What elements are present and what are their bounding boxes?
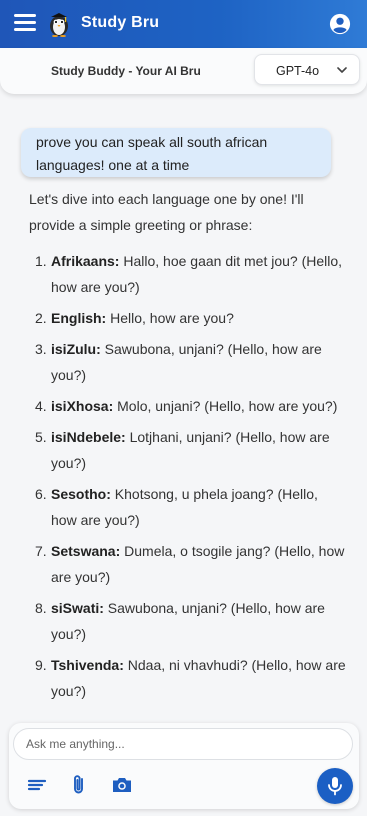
- microphone-button[interactable]: [317, 768, 353, 804]
- list-item-number: 5.: [35, 429, 47, 445]
- app-title: Study Bru: [81, 14, 160, 31]
- assistant-reply: Let's dive into each language one by one…: [29, 186, 347, 709]
- account-circle-icon[interactable]: [329, 13, 351, 35]
- list-item-language: Setswana:: [51, 543, 121, 559]
- list-item-text: Hello, how are you?: [110, 310, 234, 326]
- list-item: 6. Sesotho: Khotsong, u phela joang? (Hel…: [29, 481, 347, 533]
- notes-icon[interactable]: [25, 773, 49, 797]
- list-item-number: 3.: [35, 341, 47, 357]
- list-item-language: siSwati:: [51, 600, 104, 616]
- chat-subtitle: Study Buddy - Your AI Bru: [51, 64, 201, 78]
- list-item-number: 2.: [35, 310, 47, 326]
- paperclip-icon[interactable]: [67, 773, 91, 797]
- user-message-bubble: prove you can speak all south african la…: [21, 128, 331, 177]
- list-item-language: Afrikaans:: [51, 253, 120, 269]
- list-item: 1. Afrikaans: Hallo, hoe gaan dit met jou…: [29, 248, 347, 300]
- list-item-number: 9.: [35, 657, 47, 673]
- list-item: 4. isiXhosa: Molo, unjani? (Hello, how ar…: [29, 393, 347, 419]
- chevron-down-icon: [337, 67, 347, 73]
- microphone-icon: [328, 777, 342, 796]
- list-item-number: 8.: [35, 600, 47, 616]
- list-item: 7. Setswana: Dumela, o tsogile jang? (Hel…: [29, 538, 347, 590]
- list-item: 8. siSwati: Sawubona, unjani? (Hello, how…: [29, 595, 347, 647]
- language-list: 1. Afrikaans: Hallo, hoe gaan dit met jou…: [29, 248, 347, 704]
- reply-intro: Let's dive into each language one by one…: [29, 191, 304, 233]
- list-item-number: 1.: [35, 253, 47, 269]
- study-bru-logo-icon: [50, 13, 68, 37]
- list-item-language: Sesotho:: [51, 486, 111, 502]
- model-select-value: GPT-4o: [276, 64, 320, 78]
- list-item: 9. Tshivenda: Ndaa, ni vhavhudi? (Hello, …: [29, 652, 347, 704]
- list-item: 5. isiNdebele: Lotjhani, unjani? (Hello, …: [29, 424, 347, 476]
- list-item-language: English:: [51, 310, 107, 326]
- list-item-number: 7.: [35, 543, 47, 559]
- list-item-language: isiNdebele:: [51, 429, 126, 445]
- list-item: 3. isiZulu: Sawubona, unjani? (Hello, how…: [29, 336, 347, 388]
- list-item-number: 6.: [35, 486, 47, 502]
- chat-header: Study Buddy - Your AI Bru GPT-4o: [0, 48, 367, 94]
- message-composer: [9, 723, 359, 809]
- list-item: 2. English: Hello, how are you?: [29, 305, 347, 331]
- list-item-language: Tshivenda:: [51, 657, 124, 673]
- list-item-number: 4.: [35, 398, 47, 414]
- list-item-language: isiZulu:: [51, 341, 101, 357]
- chat-input[interactable]: [13, 728, 353, 760]
- menu-icon[interactable]: [14, 14, 36, 34]
- model-select[interactable]: GPT-4o: [254, 54, 360, 85]
- list-item-language: isiXhosa:: [51, 398, 114, 414]
- list-item-text: Molo, unjani? (Hello, how are you?): [117, 398, 338, 414]
- camera-icon[interactable]: [110, 773, 134, 797]
- app-bar: Study Bru: [0, 0, 367, 48]
